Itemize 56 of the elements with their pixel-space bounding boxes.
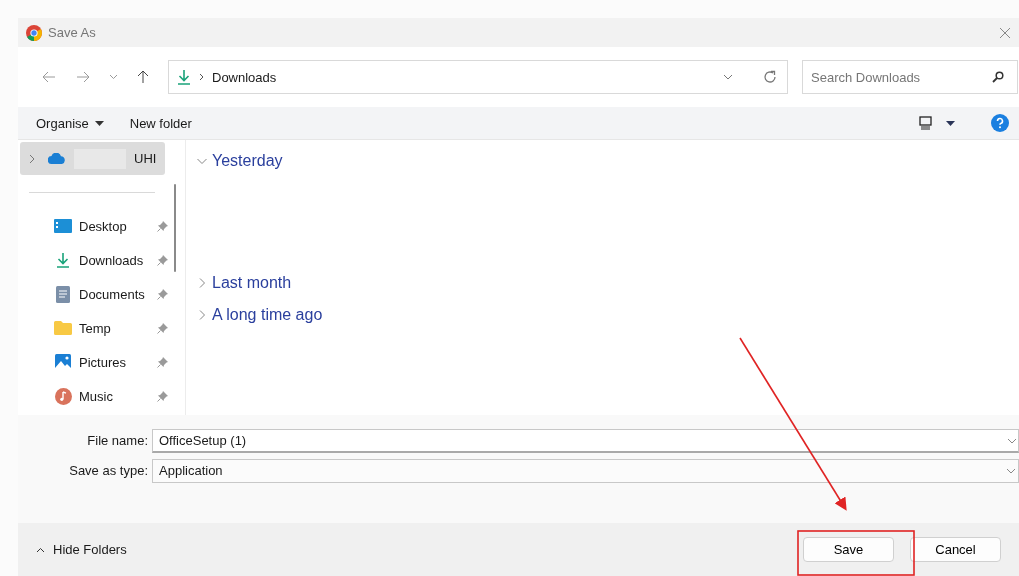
search-icon: [992, 71, 1004, 83]
onedrive-item[interactable]: UHI: [20, 142, 165, 175]
group-header[interactable]: Last month: [196, 272, 292, 294]
caret-icon: [94, 120, 104, 126]
view-icon[interactable]: [919, 116, 932, 130]
sidebar-item[interactable]: Temp: [18, 311, 185, 345]
group-header[interactable]: Yesterday: [196, 150, 283, 172]
window-title: Save As: [48, 25, 97, 40]
address-bar[interactable]: Downloads: [168, 60, 788, 94]
file-name-field[interactable]: OfficeSetup (1): [152, 428, 1019, 453]
sidebar-item[interactable]: Music: [18, 379, 185, 413]
pin-icon[interactable]: [157, 322, 168, 334]
sidebar-item[interactable]: Downloads: [18, 243, 185, 277]
dropdown-icon: [1006, 467, 1016, 474]
chevron-down-icon: [108, 74, 118, 80]
cloud-icon: [48, 153, 66, 164]
chevron-up-icon: [36, 546, 45, 553]
sidebar-item[interactable]: Desktop: [18, 209, 185, 243]
sidebar-item[interactable]: Documents: [18, 277, 185, 311]
organise-menu[interactable]: Organise: [30, 113, 110, 133]
new-folder-button[interactable]: New folder: [123, 113, 198, 133]
back-arrow-icon: [42, 71, 56, 83]
music-icon: [54, 387, 72, 405]
sidebar-item[interactable]: Pictures: [18, 345, 185, 379]
picture-icon: [55, 354, 71, 370]
save-type-dropdown[interactable]: Application: [152, 458, 1019, 483]
folder-icon: [54, 321, 72, 335]
download-icon: [177, 69, 191, 85]
refresh-icon[interactable]: [763, 70, 777, 84]
pin-icon[interactable]: [157, 220, 168, 232]
expand-chevron-icon[interactable]: [28, 153, 36, 164]
caret-icon[interactable]: [946, 120, 955, 126]
pin-icon[interactable]: [157, 288, 168, 300]
pin-icon[interactable]: [157, 356, 168, 368]
up-arrow-icon: [137, 70, 149, 84]
account-label: UHI: [134, 151, 157, 166]
group-header[interactable]: A long time ago: [196, 304, 323, 326]
file-name-label: File name:: [86, 433, 149, 448]
save-button[interactable]: Save: [803, 537, 894, 562]
cancel-button[interactable]: Cancel: [910, 537, 1001, 562]
chevron-icon: [199, 73, 204, 81]
document-icon: [56, 285, 70, 303]
save-type-label: Save as type:: [68, 463, 149, 478]
desktop-icon: [54, 219, 72, 233]
help-icon[interactable]: [991, 114, 1009, 132]
pin-icon[interactable]: [157, 390, 168, 402]
scrollbar[interactable]: [174, 184, 176, 272]
close-icon[interactable]: [999, 26, 1011, 39]
forward-arrow-icon: [76, 71, 90, 83]
pin-icon[interactable]: [157, 254, 168, 266]
search-field[interactable]: Search Downloads: [802, 60, 1018, 94]
dropdown-icon[interactable]: [723, 74, 733, 80]
browser-logo-icon: [26, 24, 42, 41]
hide-folders-button[interactable]: Hide Folders: [30, 541, 133, 558]
dropdown-icon[interactable]: [1007, 437, 1017, 444]
download-icon: [55, 252, 71, 268]
